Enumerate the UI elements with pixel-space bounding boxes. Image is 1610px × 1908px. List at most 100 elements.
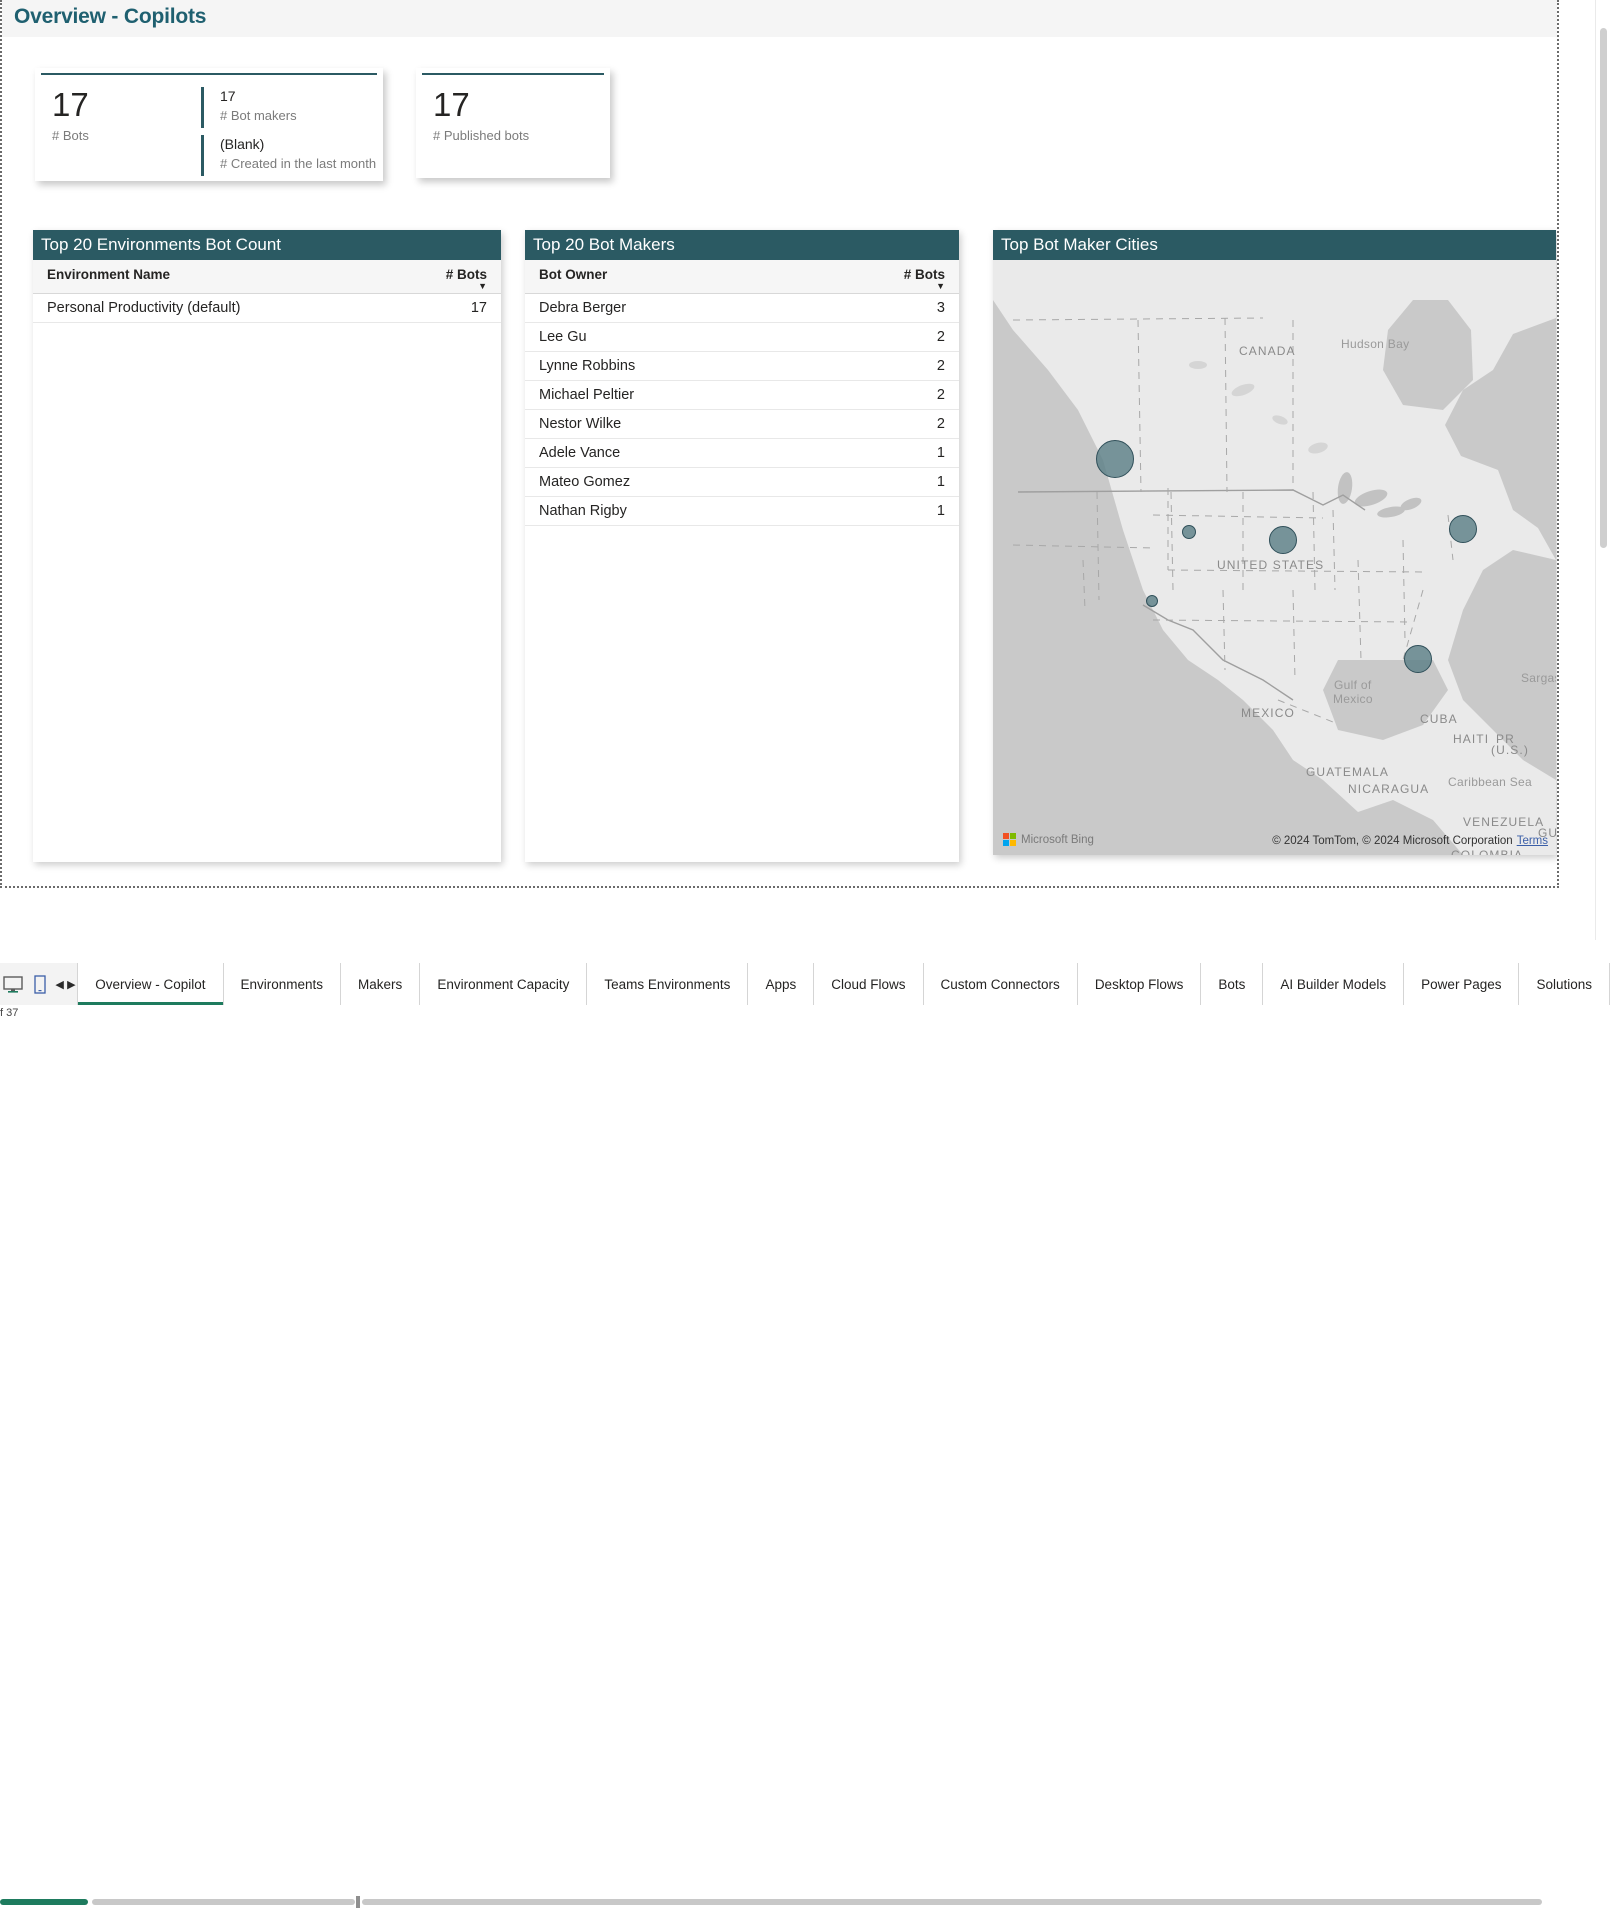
cell-bot-owner: Lee Gu [525, 323, 742, 352]
table-row[interactable]: Lee Gu2 [525, 323, 959, 352]
page-tab-custom-connectors[interactable]: Custom Connectors [924, 963, 1078, 1005]
column-header-bot-owner[interactable]: Bot Owner [525, 260, 742, 294]
bot-makers-table-body: Debra Berger3Lee Gu2Lynne Robbins2Michae… [525, 294, 959, 526]
page-tab-environment-capacity[interactable]: Environment Capacity [420, 963, 587, 1005]
kpi-published-label: # Published bots [433, 128, 529, 143]
cell-bots-count: 3 [742, 294, 959, 323]
table-row[interactable]: Mateo Gomez1 [525, 468, 959, 497]
desktop-view-button[interactable] [0, 963, 27, 1005]
cell-bot-owner: Debra Berger [525, 294, 742, 323]
sort-descending-icon: ▼ [936, 282, 945, 291]
cell-bots-count: 2 [742, 352, 959, 381]
table-row[interactable]: Adele Vance1 [525, 439, 959, 468]
panel-title-map: Top Bot Maker Cities [993, 230, 1556, 260]
horizontal-scrollbar-track-right[interactable] [362, 1899, 1542, 1905]
page-tab-solutions[interactable]: Solutions [1519, 963, 1610, 1005]
sort-descending-icon: ▼ [478, 282, 487, 291]
panel-title-bot-makers: Top 20 Bot Makers [525, 230, 959, 260]
column-header-bots[interactable]: # Bots ▼ [267, 260, 501, 294]
cell-bot-owner: Adele Vance [525, 439, 742, 468]
horizontal-scrollbar-track-mid[interactable] [92, 1899, 355, 1905]
kpi-created-value: (Blank) [220, 135, 376, 154]
horizontal-scrollbar-thumb-left[interactable] [0, 1899, 88, 1905]
map-attribution-text: © 2024 TomTom, © 2024 Microsoft Corporat… [1272, 835, 1512, 847]
page-tab-cloud-flows[interactable]: Cloud Flows [814, 963, 923, 1005]
cell-bot-owner: Mateo Gomez [525, 468, 742, 497]
phone-icon [34, 975, 46, 994]
environments-table: Environment Name # Bots ▼ Personal Produ… [33, 260, 501, 323]
page-tab-apps[interactable]: Apps [748, 963, 814, 1005]
report-canvas: Overview - Copilots 17 # Bots 17 # Bot m… [0, 0, 1559, 888]
map-bubble-central-us[interactable] [1269, 526, 1297, 554]
bing-map-surface[interactable]: CANADAHudson BayUNITED STATESMEXICOGulf … [993, 260, 1556, 855]
map-bubble-northeast-us[interactable] [1449, 515, 1477, 543]
kpi-card-published-bots[interactable]: 17 # Published bots [416, 68, 610, 178]
page-tab-makers[interactable]: Makers [341, 963, 420, 1005]
kpi-card-bots[interactable]: 17 # Bots 17 # Bot makers (Blank) # Crea… [35, 68, 383, 181]
kpi-created-last-month: (Blank) # Created in the last month [201, 135, 376, 176]
page-tab-overview-copilot[interactable]: Overview - Copilot [77, 963, 223, 1005]
page-tab-power-pages[interactable]: Power Pages [1404, 963, 1519, 1005]
kpi-bot-makers: 17 # Bot makers [201, 87, 297, 128]
table-row[interactable]: Personal Productivity (default)17 [33, 294, 501, 323]
table-row[interactable]: Nestor Wilke2 [525, 410, 959, 439]
table-row[interactable]: Nathan Rigby1 [525, 497, 959, 526]
horizontal-scrollbar[interactable] [0, 948, 1596, 959]
kpi-bots-value: 17 [52, 87, 89, 123]
column-header-bots[interactable]: # Bots ▼ [742, 260, 959, 294]
page-tab-desktop-flows[interactable]: Desktop Flows [1078, 963, 1202, 1005]
bing-logo-label: Microsoft Bing [1021, 834, 1094, 846]
kpi-bots: 17 # Bots [52, 87, 89, 143]
kpi-accent-bar [41, 73, 377, 75]
map-bubble-florida-coast[interactable] [1404, 645, 1432, 673]
cell-bots-count: 1 [742, 497, 959, 526]
page-count-label: f 37 [0, 1007, 18, 1019]
table-row[interactable]: Debra Berger3 [525, 294, 959, 323]
cell-bot-owner: Michael Peltier [525, 381, 742, 410]
kpi-published-bots: 17 # Published bots [433, 87, 529, 143]
kpi-created-label: # Created in the last month [220, 154, 376, 173]
kpi-accent-bar [422, 73, 604, 75]
column-header-bots-label: # Bots [904, 267, 945, 282]
monitor-icon [3, 976, 23, 993]
column-header-environment-name[interactable]: Environment Name [33, 260, 267, 294]
page-tab-bots[interactable]: Bots [1201, 963, 1263, 1005]
table-row[interactable]: Michael Peltier2 [525, 381, 959, 410]
vertical-scrollbar-thumb[interactable] [1600, 28, 1607, 548]
previous-page-button[interactable]: ◀ [54, 963, 66, 1005]
cell-bots-count: 2 [742, 410, 959, 439]
page-title: Overview - Copilots [14, 5, 206, 29]
page-tab-teams-environments[interactable]: Teams Environments [587, 963, 748, 1005]
kpi-published-value: 17 [433, 87, 529, 123]
vertical-scrollbar[interactable] [1595, 0, 1610, 940]
panel-top-bot-makers: Top 20 Bot Makers Bot Owner # Bots ▼ Deb… [525, 230, 959, 862]
map-geography [993, 260, 1556, 855]
page-tabs: Overview - CopilotEnvironmentsMakersEnvi… [77, 963, 1610, 1005]
cell-bots-count: 1 [742, 439, 959, 468]
next-page-button[interactable]: ▶ [65, 963, 77, 1005]
page-title-bar: Overview - Copilots [2, 0, 1559, 37]
table-header-row: Bot Owner # Bots ▼ [525, 260, 959, 294]
map-bubble-southern-california[interactable] [1146, 595, 1158, 607]
map-attribution: © 2024 TomTom, © 2024 Microsoft Corporat… [1272, 835, 1548, 847]
map-terms-link[interactable]: Terms [1517, 835, 1548, 847]
cell-bots-count: 2 [742, 381, 959, 410]
page-tab-bar: ◀ ▶ Overview - CopilotEnvironmentsMakers… [0, 963, 1610, 1005]
cell-bots-count: 17 [267, 294, 501, 323]
microsoft-logo-icon [1003, 833, 1016, 846]
panel-top-bot-maker-cities: Top Bot Maker Cities [993, 230, 1556, 855]
mobile-view-button[interactable] [27, 963, 54, 1005]
panel-title-environments: Top 20 Environments Bot Count [33, 230, 501, 260]
horizontal-scrollbar-grip[interactable] [356, 1896, 360, 1908]
cell-bots-count: 2 [742, 323, 959, 352]
cell-bot-owner: Lynne Robbins [525, 352, 742, 381]
table-row[interactable]: Lynne Robbins2 [525, 352, 959, 381]
map-bubble-pacific-northwest[interactable] [1096, 440, 1134, 478]
page-tab-ai-builder-models[interactable]: AI Builder Models [1263, 963, 1404, 1005]
environments-table-body: Personal Productivity (default)17 [33, 294, 501, 323]
column-header-bots-label: # Bots [446, 267, 487, 282]
cell-bot-owner: Nestor Wilke [525, 410, 742, 439]
page-tab-environments[interactable]: Environments [224, 963, 342, 1005]
map-bubble-mountain-west[interactable] [1182, 525, 1196, 539]
kpi-bot-makers-label: # Bot makers [220, 106, 297, 125]
